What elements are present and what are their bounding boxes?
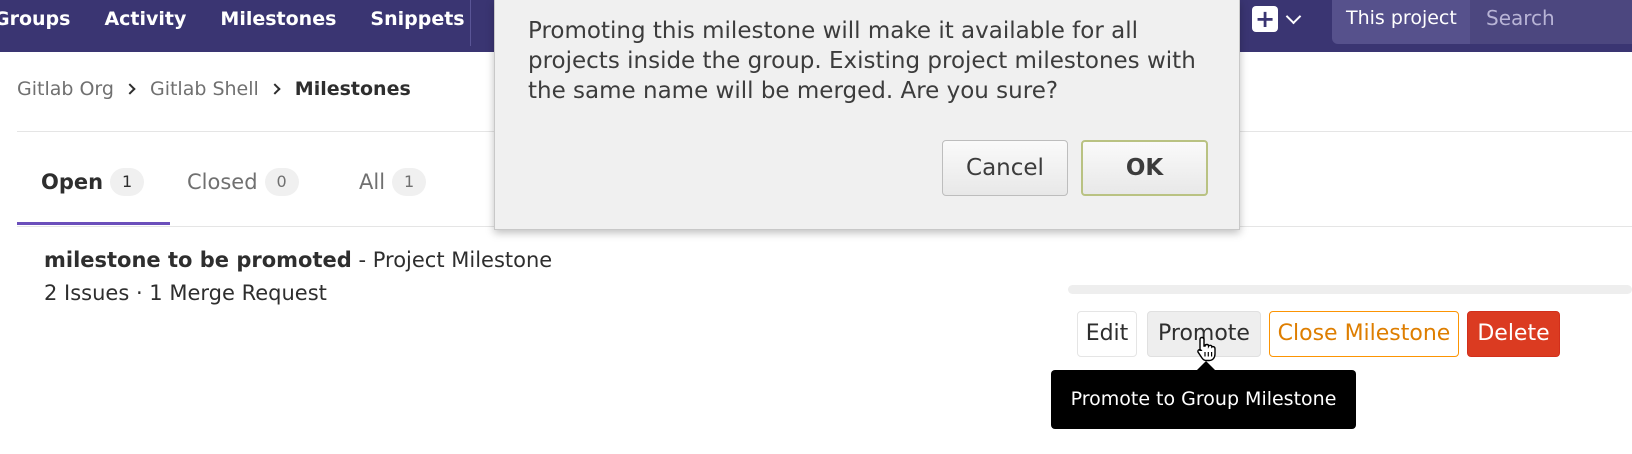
breadcrumb-gitlab-org[interactable]: Gitlab Org — [17, 78, 114, 100]
tab-open[interactable]: Open 1 — [41, 168, 145, 196]
nav-divider — [470, 0, 471, 46]
breadcrumb-gitlab-shell[interactable]: Gitlab Shell — [150, 78, 259, 100]
milestone-name-link[interactable]: milestone to be promoted — [44, 248, 352, 272]
tab-closed[interactable]: Closed 0 — [187, 168, 299, 196]
tab-label: Closed — [187, 170, 258, 194]
tab-label: Open — [41, 170, 104, 194]
delete-button[interactable]: Delete — [1467, 311, 1560, 357]
search-scope-label[interactable]: This project — [1332, 0, 1470, 44]
count-badge: 1 — [392, 168, 427, 196]
cancel-button[interactable]: Cancel — [942, 140, 1068, 196]
milestone-progress-bar — [1068, 285, 1632, 294]
chevron-right-icon — [124, 83, 136, 95]
nav-link-milestones[interactable]: Milestones — [220, 8, 336, 30]
milestone-type: - Project Milestone — [358, 248, 553, 272]
ok-button[interactable]: OK — [1081, 140, 1208, 196]
nav-link-activity[interactable]: Activity — [104, 8, 186, 30]
nav-links: Groups Activity Milestones Snippets — [0, 0, 499, 38]
promote-tooltip: Promote to Group Milestone — [1051, 370, 1356, 429]
dialog-message: Promoting this milestone will make it av… — [528, 18, 1196, 104]
milestone-title: milestone to be promoted - Project Miles… — [44, 248, 552, 272]
count-badge: 0 — [264, 168, 299, 196]
close-milestone-button[interactable]: Close Milestone — [1269, 311, 1459, 357]
count-badge: 1 — [110, 168, 145, 196]
nav-link-groups[interactable]: Groups — [0, 8, 70, 30]
tab-label: All — [359, 170, 386, 194]
new-dropdown[interactable]: + — [1252, 6, 1302, 32]
tab-all[interactable]: All 1 — [359, 168, 427, 196]
plus-square-icon: + — [1252, 6, 1278, 32]
confirm-dialog: Promoting this milestone will make it av… — [494, 0, 1240, 230]
nav-link-snippets[interactable]: Snippets — [370, 8, 464, 30]
chevron-down-icon — [1285, 8, 1302, 24]
milestone-meta: 2 Issues · 1 Merge Request — [44, 281, 327, 305]
breadcrumb-current[interactable]: Milestones — [295, 78, 411, 100]
hand-cursor-icon — [1197, 336, 1216, 362]
breadcrumb: Gitlab Org Gitlab Shell Milestones — [17, 78, 411, 100]
chevron-right-icon — [269, 83, 281, 95]
active-tab-underline — [17, 222, 170, 225]
search-input[interactable]: Search — [1470, 0, 1632, 44]
edit-button[interactable]: Edit — [1077, 311, 1137, 357]
